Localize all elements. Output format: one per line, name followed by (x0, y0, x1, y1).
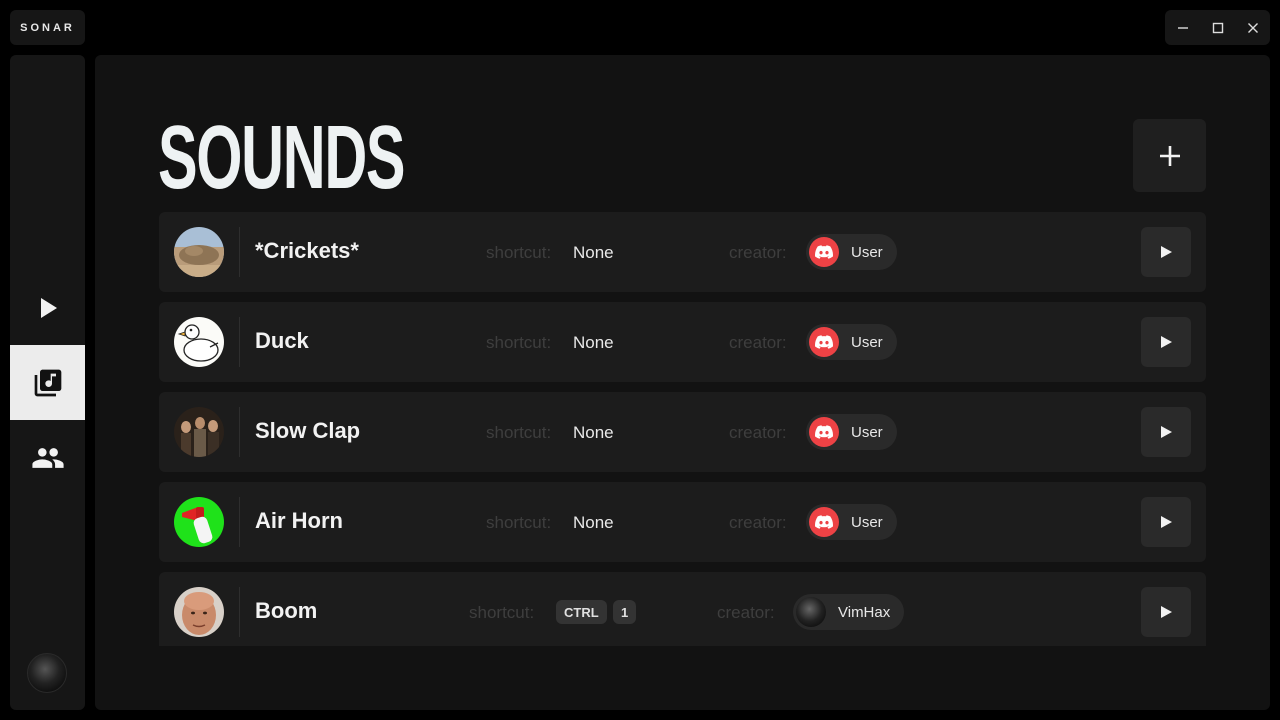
discord-icon (809, 327, 839, 357)
maximize-icon[interactable] (1206, 16, 1230, 40)
sound-name: Boom (255, 598, 318, 623)
creator-label: creator: (717, 603, 775, 622)
shortcut-label: shortcut: (486, 243, 552, 262)
play-icon (1161, 246, 1172, 258)
sound-list: *Crickets* shortcut: None creator: User (159, 212, 1206, 646)
creator-label: creator: (729, 333, 787, 352)
sound-name: Slow Clap (255, 418, 361, 443)
creator-name: User (851, 423, 883, 441)
creator-name: User (851, 513, 883, 531)
shortcut-label: shortcut: (486, 333, 552, 352)
sound-row[interactable]: *Crickets* shortcut: None creator: User (159, 212, 1206, 292)
sound-thumbnail (174, 227, 224, 277)
creator-name: User (851, 333, 883, 351)
creator-chip[interactable]: User (806, 234, 897, 270)
shortcut-label: shortcut: (469, 603, 535, 622)
nav-sounds[interactable] (10, 345, 85, 420)
play-icon (1161, 606, 1172, 618)
sound-row[interactable]: Air Horn shortcut: None creator: User (159, 482, 1206, 562)
creator-chip[interactable]: User (806, 324, 897, 360)
creator-chip[interactable]: VimHax (793, 594, 905, 630)
play-sound-button[interactable] (1141, 227, 1191, 277)
page-title: SOUNDS (158, 108, 406, 208)
shortcut-label: shortcut: (486, 423, 552, 442)
window-controls (1165, 10, 1270, 45)
shortcut-key: CTRL (556, 600, 607, 624)
play-sound-button[interactable] (1141, 317, 1191, 367)
close-icon[interactable] (1241, 16, 1265, 40)
shortcut-value: None (573, 243, 614, 262)
plus-icon (1159, 145, 1180, 166)
creator-name: VimHax (838, 603, 891, 621)
minimize-icon[interactable] (1171, 16, 1195, 40)
creator-chip[interactable]: User (806, 414, 897, 450)
music-library-icon (34, 369, 61, 396)
play-icon (1161, 426, 1172, 438)
sound-row[interactable]: Duck shortcut: None creator: User (159, 302, 1206, 382)
shortcut-value: None (573, 513, 614, 532)
creator-avatar (796, 597, 826, 627)
people-icon (31, 447, 64, 468)
creator-label: creator: (729, 513, 787, 532)
sound-thumbnail (174, 587, 224, 637)
play-sound-button[interactable] (1141, 497, 1191, 547)
shortcut-label: shortcut: (486, 513, 552, 532)
user-avatar[interactable] (27, 653, 67, 693)
play-icon (1161, 336, 1172, 348)
sound-thumbnail (174, 317, 224, 367)
play-icon (1161, 516, 1172, 528)
play-icon (40, 297, 57, 318)
nav-people[interactable] (10, 420, 85, 495)
creator-name: User (851, 243, 883, 261)
creator-label: creator: (729, 423, 787, 442)
discord-icon (809, 417, 839, 447)
sound-thumbnail (174, 497, 224, 547)
main-panel: SOUNDS *Crickets* shortcut: None creator… (95, 55, 1270, 710)
app-brand: SONAR (10, 10, 85, 45)
sidebar (10, 55, 85, 710)
sound-row[interactable]: Slow Clap shortcut: None creator: User (159, 392, 1206, 472)
shortcut-value: None (573, 333, 614, 352)
shortcut-value: None (573, 423, 614, 442)
play-sound-button[interactable] (1141, 407, 1191, 457)
discord-icon (809, 237, 839, 267)
sound-name: Air Horn (255, 508, 343, 533)
shortcut-key: 1 (613, 600, 637, 624)
creator-label: creator: (729, 243, 787, 262)
sound-thumbnail (174, 407, 224, 457)
sound-row[interactable]: Boom shortcut: CTRL 1 creator: VimHax (159, 572, 1206, 646)
creator-chip[interactable]: User (806, 504, 897, 540)
discord-icon (809, 507, 839, 537)
sound-name: *Crickets* (255, 238, 359, 263)
play-sound-button[interactable] (1141, 587, 1191, 637)
sound-name: Duck (255, 328, 309, 353)
nav-play[interactable] (10, 270, 85, 345)
add-sound-button[interactable] (1133, 119, 1206, 192)
